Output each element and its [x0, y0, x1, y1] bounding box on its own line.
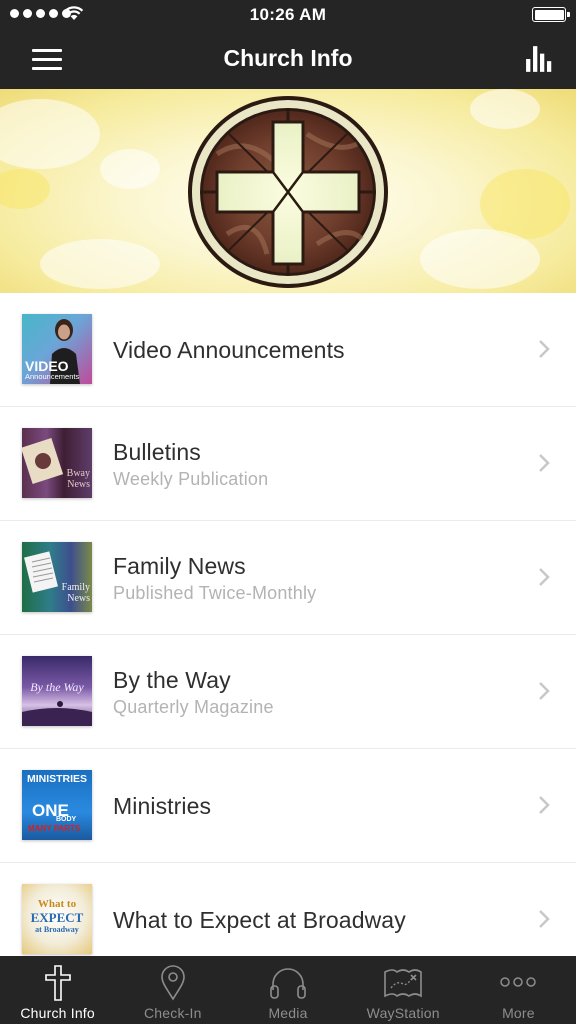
list-item-label: What to Expect at Broadway	[113, 906, 406, 933]
list-item-label: By the Way	[113, 666, 231, 693]
list-item-bulletins[interactable]: Bway News Bulletins Weekly Publication	[0, 407, 576, 521]
treasure-map-icon	[384, 969, 423, 998]
status-time: 10:26 AM	[249, 5, 327, 24]
thumb-at-broadway-text: at Broadway	[35, 925, 79, 934]
thumb-announcements-text: Announcements	[25, 372, 80, 381]
thumb-family-text: Family	[61, 582, 90, 593]
list-item-video-announcements[interactable]: VIDEO Announcements Video Announcements	[0, 293, 576, 407]
chevron-right-icon	[539, 796, 550, 814]
thumb-what-to-text: What to	[37, 898, 77, 910]
cross-icon	[44, 965, 71, 1001]
church-info-list: VIDEO Announcements Video Announcements …	[0, 293, 576, 956]
list-item-label: Video Announcements	[113, 336, 345, 363]
chevron-right-icon	[539, 682, 550, 700]
list-item-label: Bulletins	[113, 438, 201, 465]
header-banner	[0, 89, 576, 293]
chevron-right-icon	[539, 454, 550, 472]
tab-media[interactable]: Media	[230, 956, 345, 1024]
list-item-ministries[interactable]: MINISTRIES ONE BODY MANY PARTS Ministrie…	[0, 749, 576, 863]
chevron-right-icon	[539, 910, 550, 928]
stained-glass-cross-image	[188, 96, 388, 288]
tab-more[interactable]: More	[461, 956, 576, 1024]
list-item-what-to-expect[interactable]: What to EXPECT at Broadway What to Expec…	[0, 863, 576, 956]
map-pin-icon	[160, 965, 185, 1001]
bar-chart-icon[interactable]	[524, 44, 556, 74]
list-item-subtitle: Quarterly Magazine	[113, 696, 274, 717]
chevron-right-icon	[539, 340, 550, 358]
tab-label: Media	[268, 1005, 308, 1021]
navigation-bar: Church Info	[0, 30, 576, 89]
family-news-thumbnail: Family News	[22, 542, 92, 612]
tab-label: Church Info	[20, 1005, 95, 1021]
list-item-subtitle: Published Twice-Monthly	[113, 582, 317, 603]
tab-label: WayStation	[366, 1005, 440, 1021]
more-dots-icon	[500, 977, 537, 987]
tab-check-in[interactable]: Check-In	[115, 956, 230, 1024]
what-to-expect-thumbnail: What to EXPECT at Broadway	[22, 884, 92, 954]
thumb-expect-text: EXPECT	[30, 910, 84, 925]
bulletins-thumbnail: Bway News	[22, 428, 92, 498]
page-title: Church Info	[223, 45, 353, 71]
tab-label: More	[502, 1005, 535, 1021]
video-announcements-thumbnail: VIDEO Announcements	[22, 314, 92, 384]
thumb-bway-text: Bway	[66, 468, 90, 479]
thumb-body-text: BODY	[56, 816, 77, 823]
list-item-label: Ministries	[113, 792, 212, 819]
chevron-right-icon	[539, 568, 550, 586]
status-bar: 10:26 AM	[0, 0, 576, 30]
by-the-way-thumbnail: By the Way	[22, 656, 92, 726]
tab-waystation[interactable]: WayStation	[346, 956, 461, 1024]
thumb-many-parts-text: MANY PARTS	[28, 824, 81, 833]
thumb-by-the-way-text: By the Way	[30, 680, 84, 694]
ministries-thumbnail: MINISTRIES ONE BODY MANY PARTS	[22, 770, 92, 840]
thumb-ministries-text: MINISTRIES	[26, 773, 88, 785]
thumb-news-text: News	[67, 593, 90, 604]
thumb-news-text: News	[67, 479, 90, 490]
battery-icon	[532, 7, 570, 22]
list-item-subtitle: Weekly Publication	[113, 468, 269, 489]
tab-church-info[interactable]: Church Info	[0, 956, 115, 1024]
list-item-family-news[interactable]: Family News Family News Published Twice-…	[0, 521, 576, 635]
list-item-by-the-way[interactable]: By the Way By the Way Quarterly Magazine	[0, 635, 576, 749]
list-item-label: Family News	[113, 552, 246, 579]
headphones-icon	[270, 968, 306, 999]
tab-label: Check-In	[143, 1005, 202, 1021]
tab-bar: Church Info Check-In Media WayStation Mo…	[0, 956, 576, 1024]
